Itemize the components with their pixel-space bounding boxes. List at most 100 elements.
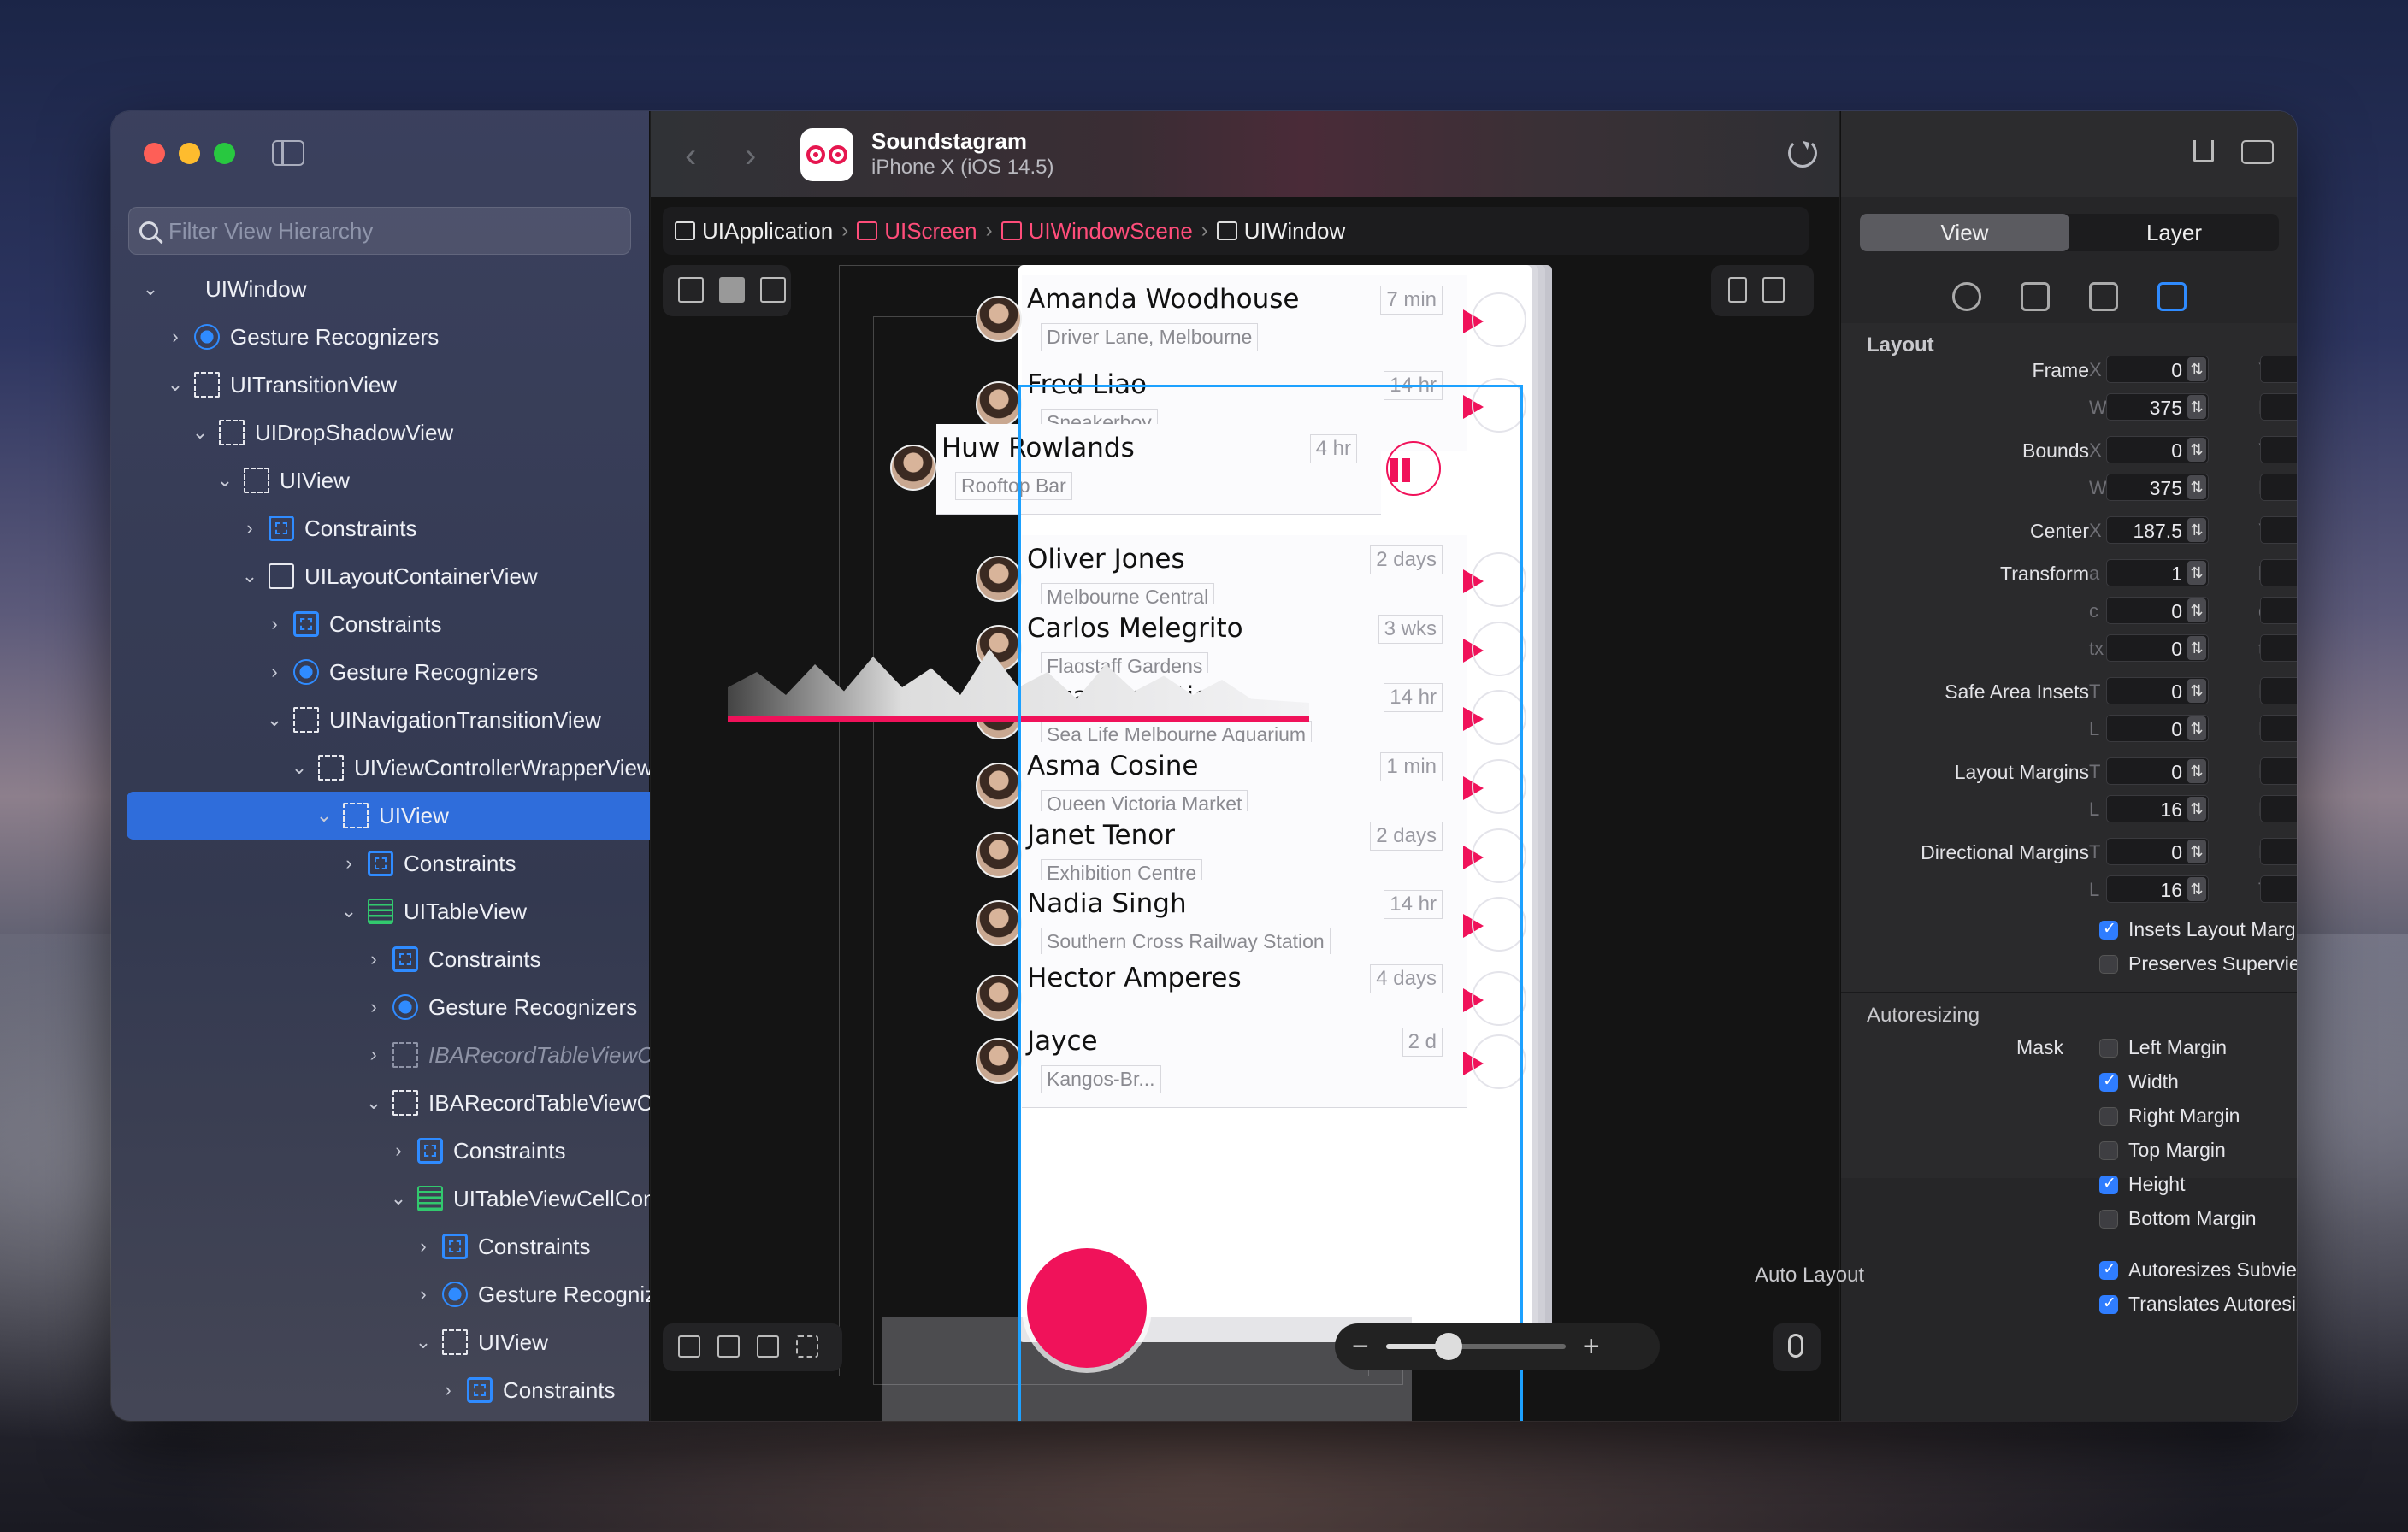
tree-row[interactable]: ⌄ UILayoutContainerView (127, 552, 650, 600)
checkbox-box[interactable] (2099, 919, 2118, 940)
tree-row[interactable]: ⌄ UINavigationTransitionView (127, 696, 650, 744)
tree-row[interactable]: › Gesture Recognizers (127, 983, 650, 1031)
tree-row[interactable]: ⌄ UIWindow (127, 265, 650, 313)
disclosure-open-icon[interactable]: ⌄ (387, 1187, 410, 1211)
checkbox-box[interactable] (2099, 1174, 2118, 1194)
number-field[interactable]: 0 (2260, 559, 2297, 586)
number-field[interactable]: 450 (2260, 516, 2297, 544)
number-field[interactable]: 34 (2260, 838, 2297, 865)
layout-icon[interactable] (2020, 282, 2050, 311)
disclosure-closed-icon[interactable]: › (411, 1282, 435, 1306)
size-icon[interactable] (2157, 282, 2187, 311)
tree-row[interactable]: ⌄ UIView (127, 457, 650, 504)
disclosure-open-icon[interactable]: ⌄ (238, 564, 262, 588)
number-field[interactable]: 16 (2260, 875, 2297, 903)
chevron-left-icon[interactable]: ‹ (685, 137, 696, 175)
tree-row[interactable]: ⌄ UITableViewCellContentView (127, 1175, 650, 1223)
checkbox-box[interactable] (2099, 1209, 2118, 1229)
disclosure-closed-icon[interactable]: › (362, 995, 386, 1019)
checkbox-box[interactable] (2099, 1259, 2118, 1280)
tree-row[interactable]: › Constraints (127, 1223, 650, 1270)
tree-row[interactable]: ⌄ UITransitionView (127, 361, 650, 409)
checkbox-box[interactable] (2099, 1071, 2118, 1092)
microphone-icon[interactable] (1788, 1334, 1803, 1358)
number-field[interactable]: 0 (2260, 715, 2297, 742)
tree-row[interactable]: › Constraints (127, 935, 650, 983)
number-field[interactable]: 0 (2106, 838, 2209, 865)
reload-icon[interactable] (1788, 138, 1817, 168)
number-field[interactable]: 34 (2260, 757, 2297, 785)
checkbox[interactable]: Insets Layout Margins From... (2099, 918, 2297, 941)
sliders-icon[interactable] (2088, 282, 2118, 311)
content-icon[interactable] (678, 1335, 700, 1358)
close-button[interactable] (144, 143, 165, 164)
disclosure-open-icon[interactable]: ⌄ (163, 373, 187, 397)
tree-row[interactable]: › Constraints (127, 840, 650, 887)
tree-row[interactable]: › Constraints (127, 504, 650, 552)
filter-field[interactable] (128, 207, 631, 255)
exploded-view-canvas[interactable]: Amanda Woodhouse Driver Lane, Melbourne 7 … (728, 265, 1720, 1421)
breadcrumb-item[interactable]: UIApplication (675, 218, 833, 245)
tree-row[interactable]: › Constraints (127, 1127, 650, 1175)
checkbox[interactable]: Autoresizes Subviews (2099, 1258, 2297, 1282)
tree-row[interactable]: › Gesture Recognizers (127, 1270, 650, 1318)
tree-row[interactable]: › Constraints (127, 600, 650, 648)
checkbox[interactable]: Right Margin (2099, 1105, 2240, 1128)
checkbox[interactable]: Top Margin (2099, 1139, 2226, 1162)
number-field[interactable]: 1 (2260, 597, 2297, 624)
number-field[interactable]: 16 (2106, 875, 2209, 903)
number-field[interactable]: 16 (2106, 795, 2209, 822)
number-field[interactable]: 88 (2260, 356, 2297, 383)
tree-row[interactable]: ⌄ UIView (127, 792, 650, 840)
frame-icon[interactable] (678, 277, 704, 303)
number-field[interactable]: 1 (2106, 559, 2209, 586)
checkbox[interactable]: Width (2099, 1070, 2179, 1093)
disclosure-closed-icon[interactable]: › (362, 1043, 386, 1067)
number-field[interactable]: 724 (2260, 474, 2297, 501)
minimize-button[interactable] (179, 143, 200, 164)
checkbox-box[interactable] (2099, 1140, 2118, 1160)
disclosure-closed-icon[interactable]: › (337, 851, 361, 875)
disclosure-closed-icon[interactable]: › (163, 325, 187, 349)
checkbox-box[interactable] (2099, 1038, 2118, 1058)
number-field[interactable]: 0 (2106, 597, 2209, 624)
disclosure-open-icon[interactable]: ⌄ (337, 899, 361, 923)
wireframe-icon[interactable] (717, 1335, 740, 1358)
disclosure-open-icon[interactable]: ⌄ (263, 708, 286, 732)
tab-layer[interactable]: Layer (2069, 214, 2279, 251)
tree-row[interactable]: › Constraints (127, 1366, 650, 1414)
checkbox-box[interactable] (2099, 954, 2118, 974)
pie-chart-icon[interactable] (1951, 282, 1981, 311)
disclosure-open-icon[interactable]: ⌄ (188, 421, 212, 445)
inspector-toggle-icon[interactable] (2241, 140, 2274, 164)
share-icon[interactable] (2193, 140, 2214, 162)
disclosure-closed-icon[interactable]: › (411, 1234, 435, 1258)
checkbox[interactable]: Height (2099, 1173, 2185, 1196)
disclosure-open-icon[interactable]: ⌄ (362, 1091, 386, 1115)
tree-row[interactable]: ⌄ UITableView (127, 887, 650, 935)
checkbox[interactable]: Translates Autoresizing Mas... (2099, 1293, 2297, 1316)
fill-icon[interactable] (719, 277, 745, 303)
number-field[interactable]: 34 (2260, 677, 2297, 704)
disclosure-closed-icon[interactable]: › (263, 612, 286, 636)
contents-frames-icon[interactable] (757, 1335, 779, 1358)
number-field[interactable]: 0 (2106, 634, 2209, 662)
number-field[interactable]: 724 (2260, 393, 2297, 421)
disclosure-open-icon[interactable]: ⌄ (411, 1330, 435, 1354)
filter-input[interactable] (168, 217, 613, 245)
number-field[interactable]: 0 (2260, 436, 2297, 463)
tree-row[interactable]: ⌄ UIView (127, 1318, 650, 1366)
zoom-out-button[interactable]: − (1352, 1330, 1369, 1364)
tree-row[interactable]: ⌄ UIDropShadowView (127, 409, 650, 457)
number-field[interactable]: 0 (2106, 757, 2209, 785)
number-field[interactable]: 0 (2106, 715, 2209, 742)
checkbox[interactable]: Left Margin (2099, 1036, 2227, 1059)
checkbox[interactable]: Preserves Superview Layout... (2099, 952, 2297, 975)
checkbox-box[interactable] (2099, 1293, 2118, 1314)
table-row[interactable]: Amanda Woodhouse Driver Lane, Melbourne 7 … (1022, 275, 1526, 367)
clipped-icon[interactable] (796, 1335, 818, 1358)
disclosure-closed-icon[interactable]: › (387, 1139, 410, 1163)
breadcrumb-item[interactable]: UIWindow (1216, 218, 1345, 245)
number-field[interactable]: 375 (2106, 393, 2209, 421)
disclosure-closed-icon[interactable]: › (436, 1378, 460, 1402)
